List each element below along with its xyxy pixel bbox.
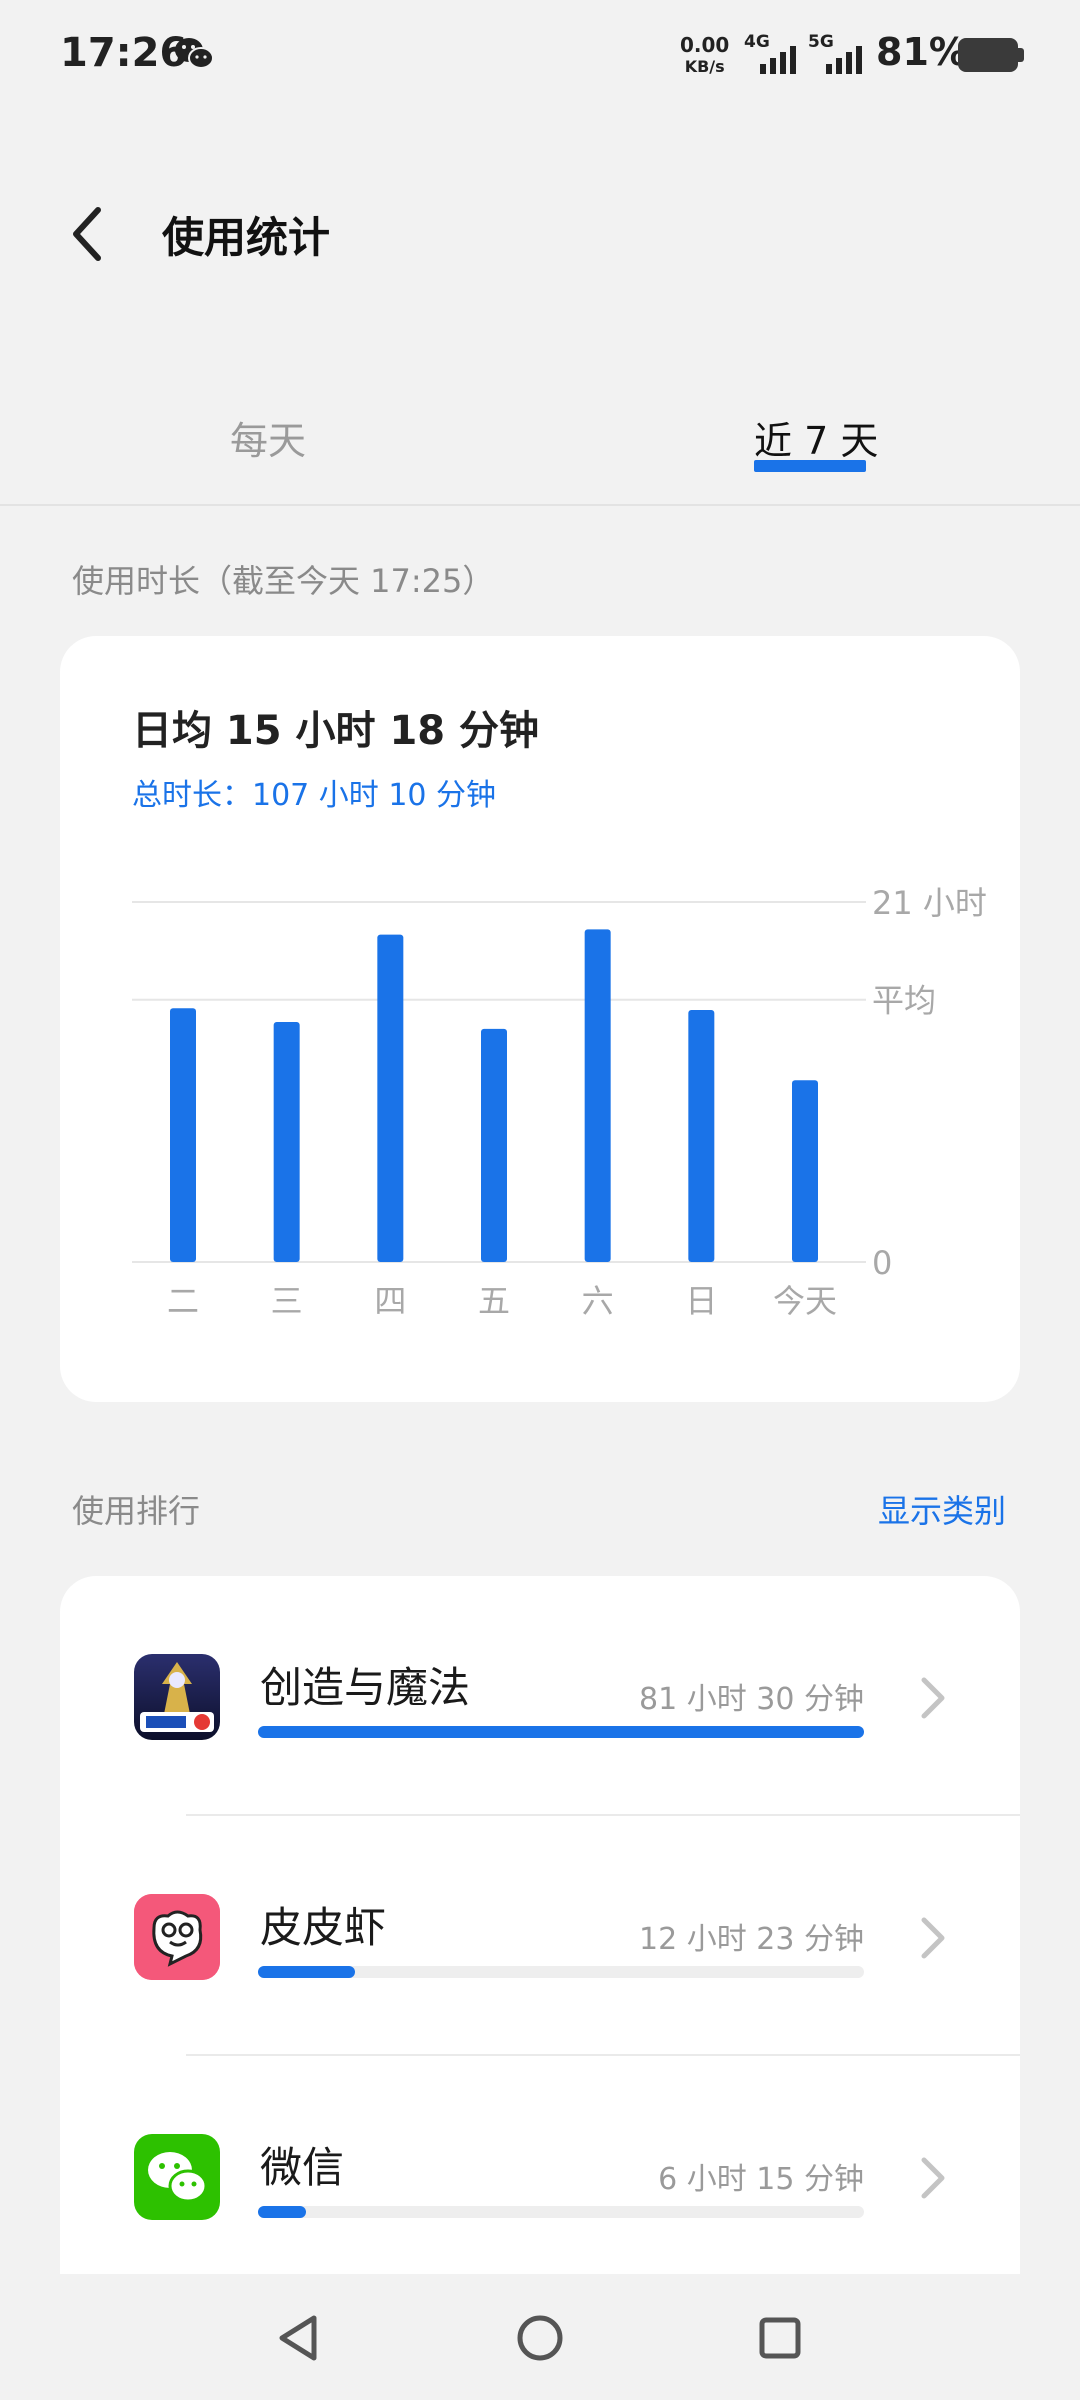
usage-progress-bar	[258, 2206, 864, 2218]
usage-bar-chart: 21 小时平均 0 二 三 四 五 六 日 今天	[132, 884, 987, 1320]
chart-bar[interactable]	[584, 929, 611, 1262]
usage-progress-fill	[258, 2206, 306, 2218]
show-category-link[interactable]: 显示类别	[878, 1486, 1006, 1532]
app-name: 创造与魔法	[260, 1663, 471, 1712]
usage-progress-bar	[258, 1726, 864, 1738]
pipixia-app-icon	[134, 1894, 220, 1980]
list-item-app[interactable]: 创造与魔法 81 小时 30 分钟	[60, 1576, 1020, 1816]
app-name: 微信	[260, 2143, 345, 2192]
app-usage-time: 81 小时 30 分钟	[639, 1682, 864, 1717]
back-triangle-icon[interactable]	[270, 2308, 330, 2368]
chart-x-tick-label: 四	[374, 1282, 406, 1320]
chevron-right-icon	[921, 1677, 945, 1719]
chart-y-tick-label: 21 小时	[872, 884, 987, 922]
game-app-icon	[134, 1654, 220, 1740]
ranking-section-label: 使用排行	[72, 1492, 201, 1530]
recents-square-icon[interactable]	[750, 2308, 810, 2368]
chart-bar[interactable]	[377, 934, 404, 1262]
chart-bar[interactable]	[481, 1028, 507, 1262]
chart-bar[interactable]	[792, 1080, 818, 1262]
chevron-right-icon	[921, 2157, 945, 2199]
usage-progress-fill	[258, 1966, 355, 1978]
chart-x-tick-label: 五	[478, 1282, 510, 1320]
app-usage-time: 6 小时 15 分钟	[658, 2162, 864, 2197]
chart-x-tick-label: 日	[685, 1282, 717, 1320]
usage-progress-bar	[258, 1966, 864, 1978]
chart-x-tick-label: 三	[271, 1282, 303, 1320]
chart-y-tick-label: 0	[872, 1244, 892, 1282]
chart-bar[interactable]	[273, 1022, 300, 1262]
list-item-app[interactable]: 微信 6 小时 15 分钟	[60, 2056, 1020, 2296]
chart-bar[interactable]	[170, 1008, 196, 1262]
chevron-right-icon	[921, 1917, 945, 1959]
chart-x-tick-label: 今天	[773, 1282, 837, 1320]
list-item-app[interactable]: 皮皮虾 12 小时 23 分钟	[60, 1816, 1020, 2056]
chart-x-tick-label: 二	[167, 1282, 199, 1320]
wechat-app-icon	[134, 2134, 220, 2220]
app-usage-time: 12 小时 23 分钟	[639, 1922, 864, 1957]
chart-bar[interactable]	[688, 1010, 715, 1262]
usage-progress-fill	[258, 1726, 864, 1738]
app-name: 皮皮虾	[260, 1903, 387, 1952]
home-circle-icon[interactable]	[510, 2308, 570, 2368]
chart-y-tick-label: 平均	[872, 982, 936, 1020]
chart-x-tick-label: 六	[582, 1282, 614, 1320]
